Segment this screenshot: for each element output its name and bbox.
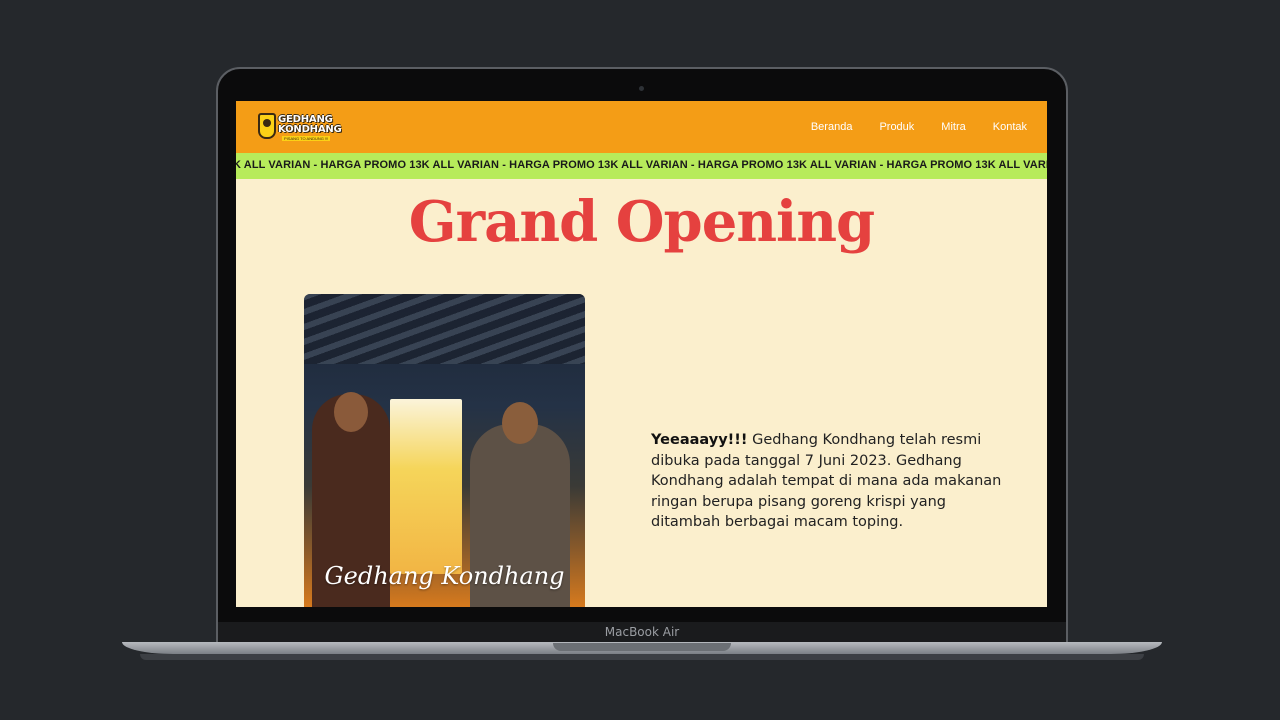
promo-ticker: K ALL VARIAN - HARGA PROMO 13K ALL VARIA… <box>236 153 1047 179</box>
device-label: MacBook Air <box>604 625 680 639</box>
intro-paragraph: Yeeaaayy!!! Gedhang Kondhang telah resmi… <box>651 430 1011 533</box>
top-navbar: GEDHANG KONDHANG PISANG TO ANDUNG !!! Be… <box>236 101 1047 153</box>
laptop-chin: MacBook Air <box>218 622 1066 643</box>
grand-opening-photo: Gedhang Kondhang <box>304 294 585 607</box>
page-headline: Grand Opening <box>408 189 875 255</box>
banana-mascot-icon <box>258 113 276 139</box>
photo-banner-stand <box>390 399 462 574</box>
photo-caption: Gedhang Kondhang <box>324 562 565 590</box>
promo-ticker-text: K ALL VARIAN - HARGA PROMO 13K ALL VARIA… <box>236 159 1047 171</box>
laptop-base-notch <box>553 643 731 651</box>
nav-link-beranda[interactable]: Beranda <box>811 121 853 133</box>
nav-link-mitra[interactable]: Mitra <box>941 121 965 133</box>
laptop-base-shadow <box>140 654 1144 660</box>
logo-tagline: PISANG TO ANDUNG !!! <box>282 136 331 141</box>
nav-menu: Beranda Produk Mitra Kontak <box>811 101 1027 153</box>
intro-emphasis: Yeeaaayy!!! <box>651 432 748 448</box>
logo-text-line2: KONDHANG <box>278 124 342 135</box>
website-screen: GEDHANG KONDHANG PISANG TO ANDUNG !!! Be… <box>236 101 1047 607</box>
camera-icon <box>639 86 644 91</box>
site-logo[interactable]: GEDHANG KONDHANG PISANG TO ANDUNG !!! <box>258 111 342 143</box>
photo-roof <box>304 294 585 364</box>
nav-link-produk[interactable]: Produk <box>879 121 914 133</box>
nav-link-kontak[interactable]: Kontak <box>993 121 1027 133</box>
